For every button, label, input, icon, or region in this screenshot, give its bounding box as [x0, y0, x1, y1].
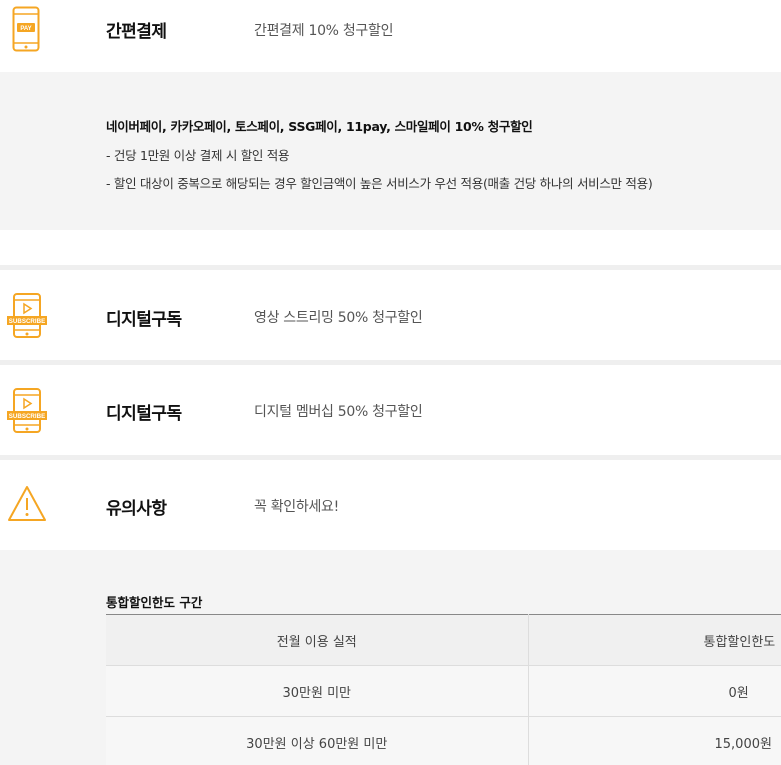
table-row: 30만원 이상 60만원 미만 15,000원 — [106, 716, 781, 765]
section-desc: 디지털 멤버십 50% 청구할인 — [254, 404, 423, 420]
section-title: 디지털구독 — [106, 404, 182, 424]
table-cell: 30만원 이상 60만원 미만 — [106, 716, 529, 765]
subscribe-icon-label: SUBSCRIBE — [9, 318, 45, 325]
section-caution[interactable]: 유의사항 꼭 확인하세요! — [0, 460, 781, 550]
table-cell: 15,000원 — [528, 716, 781, 765]
subscribe-icon-label: SUBSCRIBE — [9, 413, 45, 420]
section-digital-member[interactable]: SUBSCRIBE 디지털구독 디지털 멤버십 50% 청구할인 — [0, 365, 781, 455]
table-row: 30만원 미만 0원 — [106, 665, 781, 717]
subscribe-phone-icon: SUBSCRIBE — [7, 292, 47, 344]
limit-table: 전월 이용 실적 통합할인한도 30만원 미만 0원 30만원 이상 60만원 … — [106, 614, 781, 765]
table-header-row: 전월 이용 실적 통합할인한도 — [106, 614, 781, 666]
section-easy-pay[interactable]: PAY 간편결제 간편결제 10% 청구할인 — [0, 0, 781, 72]
easy-pay-headline: 네이버페이, 카카오페이, 토스페이, SSG페이, 11pay, 스마일페이 … — [106, 119, 533, 134]
table-cell: 0원 — [528, 665, 781, 717]
section-desc: 꼭 확인하세요! — [254, 499, 339, 515]
section-title: 간편결제 — [106, 22, 167, 42]
limit-table-title: 통합할인한도 구간 — [106, 595, 203, 610]
subscribe-phone-icon: SUBSCRIBE — [7, 387, 47, 439]
section-title: 디지털구독 — [106, 310, 182, 330]
section-desc: 간편결제 10% 청구할인 — [254, 23, 394, 39]
table-cell: 30만원 미만 — [106, 665, 529, 717]
section-desc: 영상 스트리밍 50% 청구할인 — [254, 310, 423, 326]
easy-pay-detail-line: - 할인 대상이 중복으로 해당되는 경우 할인금액이 높은 서비스가 우선 적… — [106, 176, 653, 191]
table-header-cell: 전월 이용 실적 — [106, 614, 529, 666]
pay-icon-label: PAY — [20, 26, 31, 32]
section-digital-video[interactable]: SUBSCRIBE 디지털구독 영상 스트리밍 50% 청구할인 — [0, 270, 781, 360]
easy-pay-detail-line: - 건당 1만원 이상 결제 시 할인 적용 — [106, 148, 290, 163]
section-title: 유의사항 — [106, 499, 167, 519]
table-header-cell: 통합할인한도 — [528, 614, 781, 666]
mobile-pay-icon: PAY — [12, 6, 40, 56]
warning-icon — [7, 485, 47, 527]
